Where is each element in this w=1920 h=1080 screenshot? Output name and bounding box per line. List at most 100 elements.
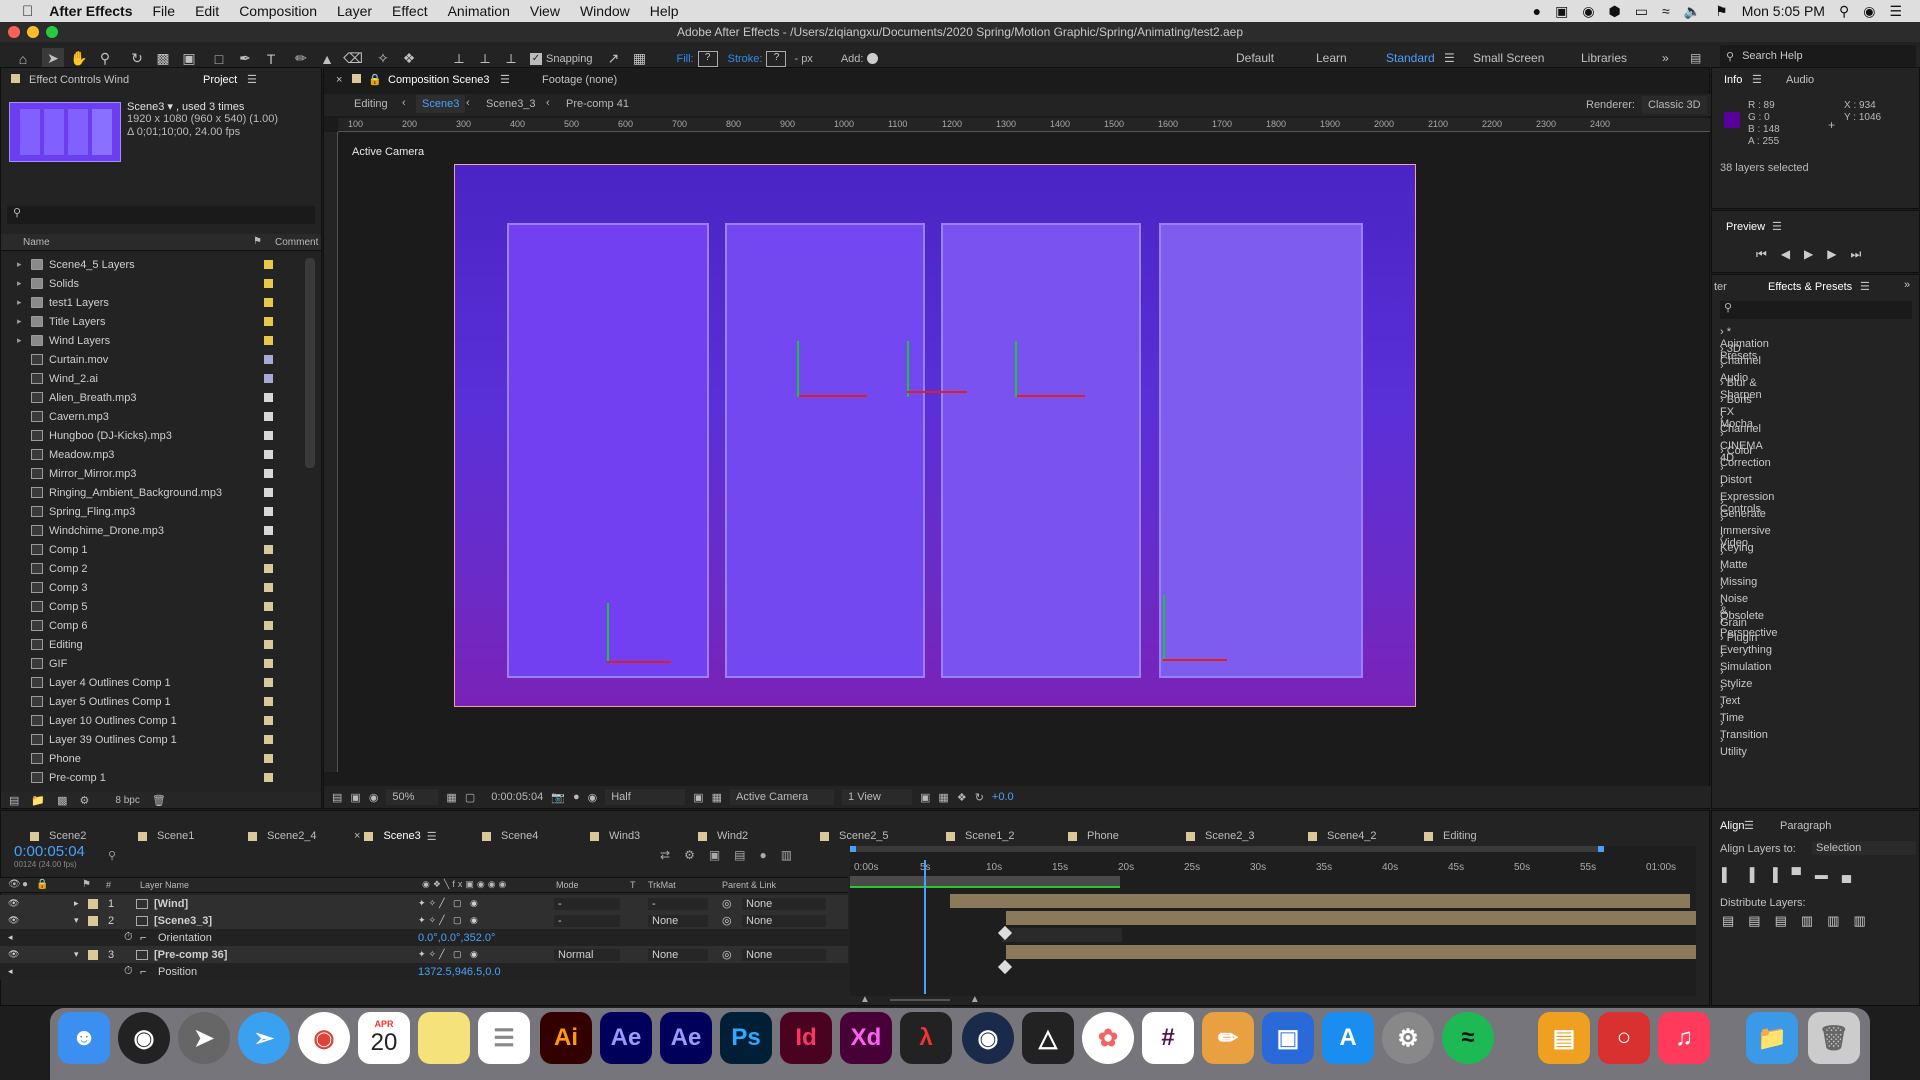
- expand-arrow-icon[interactable]: ›: [1720, 394, 1727, 406]
- project-item[interactable]: Layer 10 Outlines Comp 1: [31, 711, 321, 730]
- pages-icon[interactable]: ✏: [1202, 1012, 1254, 1064]
- trash-icon[interactable]: 🗑: [152, 794, 166, 807]
- parent-dropdown[interactable]: None: [742, 948, 826, 961]
- monitor-icon[interactable]: ▣: [350, 791, 360, 804]
- project-search-input[interactable]: ⚲: [7, 206, 315, 224]
- workspace-standard[interactable]: Standard: [1386, 51, 1435, 65]
- unity-icon[interactable]: △: [1022, 1012, 1074, 1064]
- distribute-bottom-icon[interactable]: ▤: [1775, 913, 1787, 929]
- distribute-right-icon[interactable]: ▥: [1853, 913, 1865, 929]
- timeline-tab[interactable]: Scene1: [138, 826, 194, 846]
- acrobat-icon[interactable]: λ: [900, 1012, 952, 1064]
- calendar-icon[interactable]: APR 20: [358, 1012, 410, 1064]
- panel-shape-2[interactable]: [725, 223, 925, 678]
- first-frame-icon[interactable]: ⏮: [1756, 247, 1767, 262]
- label-color-swatch[interactable]: [264, 488, 273, 497]
- visibility-eye-icon[interactable]: 👁: [8, 949, 19, 960]
- stopwatch-icon[interactable]: ⏱: [124, 965, 133, 978]
- track-matte-dropdown[interactable]: None: [648, 914, 708, 927]
- layer-switches[interactable]: ✦✧╱ ▢ ◉: [418, 915, 481, 926]
- project-item[interactable]: Layer 39 Outlines Comp 1: [31, 730, 321, 749]
- indesign-icon[interactable]: Id: [780, 1012, 832, 1064]
- label-color-swatch[interactable]: [264, 564, 273, 573]
- label-color-swatch[interactable]: [264, 412, 273, 421]
- workspace-edit-icon[interactable]: ▤: [1690, 51, 1701, 65]
- reset-exposure-icon[interactable]: ↻: [975, 791, 984, 804]
- expand-panel-icon[interactable]: »: [1904, 279, 1910, 291]
- project-item[interactable]: ▸ Scene4_5 Layers: [17, 255, 321, 274]
- col-comment[interactable]: Comment: [275, 237, 318, 248]
- status-icon-2[interactable]: ◉: [1582, 3, 1594, 20]
- after-effects-icon[interactable]: Ae: [600, 1012, 652, 1064]
- layer-label-color[interactable]: [88, 915, 98, 926]
- label-color-swatch[interactable]: [264, 507, 273, 516]
- menu-file[interactable]: File: [153, 3, 176, 19]
- project-item[interactable]: Comp 2: [31, 559, 321, 578]
- align-bottom-icon[interactable]: ▄: [1842, 867, 1851, 882]
- status-icon-3[interactable]: ⬢: [1609, 3, 1621, 20]
- col-layer-name[interactable]: Layer Name: [140, 880, 189, 890]
- frame-blending-icon[interactable]: ▤: [734, 848, 745, 862]
- project-item[interactable]: Wind_2.ai: [31, 369, 321, 388]
- panel-shape-3[interactable]: [941, 223, 1141, 678]
- time-ruler[interactable]: 0:00s5s10s15s20s25s30s35s40s45s50s55s01:…: [850, 862, 1696, 876]
- project-item[interactable]: Alien_Breath.mp3: [31, 388, 321, 407]
- timeline-tab[interactable]: Wind2: [698, 826, 748, 846]
- expand-arrow-icon[interactable]: ▾: [74, 915, 79, 926]
- label-color-swatch[interactable]: [264, 298, 273, 307]
- label-color-swatch[interactable]: [264, 754, 273, 763]
- project-settings-icon[interactable]: ⚙: [80, 794, 90, 807]
- shy-icon[interactable]: ▣: [709, 848, 720, 862]
- close-comp-tab-icon[interactable]: ×: [336, 74, 342, 86]
- project-scrollbar[interactable]: [305, 258, 315, 468]
- stroke-swatch[interactable]: ?: [766, 50, 787, 67]
- slack-icon[interactable]: #: [1142, 1012, 1194, 1064]
- x-axis-handle[interactable]: [907, 391, 967, 393]
- parent-pickwhip-icon[interactable]: ◎: [722, 914, 732, 927]
- layer-name[interactable]: [Wind]: [154, 898, 188, 910]
- keyframe-nav-icon[interactable]: ◂: [8, 932, 13, 943]
- label-color-swatch[interactable]: [264, 374, 273, 383]
- timeline-tab[interactable]: Editing: [1424, 826, 1477, 846]
- flag-icon[interactable]: ⚑: [1715, 3, 1728, 20]
- align-horizontal-center-icon[interactable]: ▐: [1745, 867, 1754, 882]
- close-window-button[interactable]: [8, 26, 20, 38]
- expand-arrow-icon[interactable]: ›: [1720, 734, 1724, 746]
- app-menu[interactable]: After Effects: [49, 3, 132, 19]
- keyframe-marker[interactable]: [997, 959, 1013, 975]
- workspace-libraries[interactable]: Libraries: [1581, 51, 1627, 65]
- launchpad-icon[interactable]: ➤: [178, 1012, 230, 1064]
- record-icon[interactable]: ●: [1533, 3, 1541, 19]
- timeline-tab[interactable]: Wind3: [590, 826, 640, 846]
- trash-icon[interactable]: 🗑: [1808, 1012, 1860, 1064]
- draft-3d-icon[interactable]: ▦: [938, 791, 948, 804]
- apple-icon[interactable]: : [22, 3, 33, 20]
- exposure-value[interactable]: +0.0: [992, 791, 1014, 803]
- effect-category[interactable]: › Utility: [1720, 734, 1747, 758]
- project-item[interactable]: Windchime_Drone.mp3: [31, 521, 321, 540]
- col-name[interactable]: Name: [23, 237, 50, 248]
- label-color-swatch[interactable]: [264, 697, 273, 706]
- breadcrumb-scene3[interactable]: Scene3: [416, 95, 466, 113]
- x-axis-handle[interactable]: [1015, 395, 1085, 397]
- stroke-width[interactable]: - px: [794, 53, 812, 65]
- info-menu-icon[interactable]: ☰: [1752, 73, 1762, 86]
- property-row[interactable]: ◂ ⏱ ⌐ Orientation 0.0°,0.0°,352.0°: [0, 929, 848, 946]
- zoom-in-icon[interactable]: ▲: [970, 994, 980, 1005]
- label-color-swatch[interactable]: [264, 640, 273, 649]
- expand-arrow-icon[interactable]: ›: [1720, 496, 1724, 508]
- timeline-tab[interactable]: Scene1_2: [946, 826, 1015, 846]
- comp-canvas[interactable]: [454, 164, 1416, 707]
- expand-arrow-icon[interactable]: ›: [1720, 326, 1727, 338]
- expand-arrow-icon[interactable]: ›: [1720, 598, 1724, 610]
- expand-arrow-icon[interactable]: ▸: [17, 316, 27, 327]
- tab-menu-icon[interactable]: ☰: [427, 830, 437, 843]
- menu-layer[interactable]: Layer: [337, 3, 372, 19]
- align-to-dropdown[interactable]: Selection: [1812, 841, 1916, 855]
- renderer-dropdown[interactable]: Classic 3D: [1642, 96, 1707, 114]
- expand-arrow-icon[interactable]: ›: [1720, 462, 1724, 474]
- expand-arrow-icon[interactable]: ›: [1720, 717, 1724, 729]
- camera-dropdown[interactable]: Active Camera: [730, 789, 835, 805]
- graph-icon[interactable]: ⌐: [140, 966, 146, 978]
- project-item[interactable]: Spring_Fling.mp3: [31, 502, 321, 521]
